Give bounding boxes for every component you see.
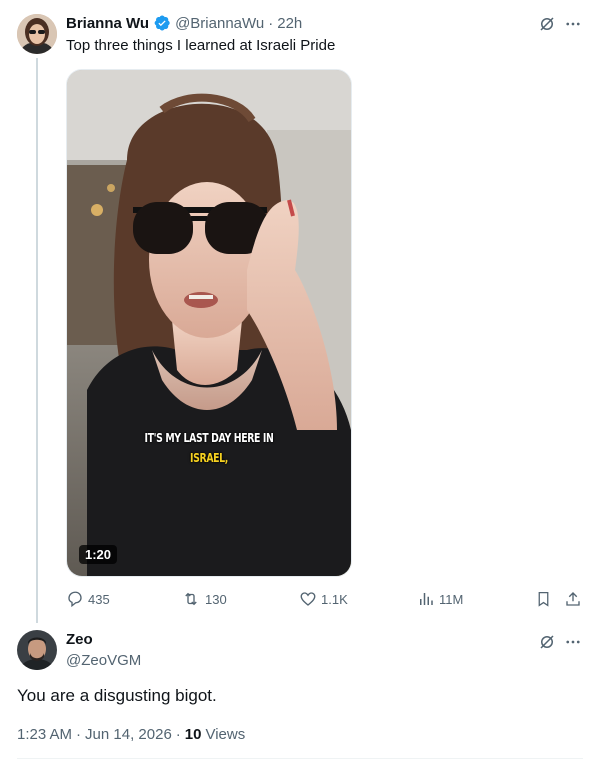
reply-meta: 1:23 AM · Jun 14, 2026 · 10 Views — [17, 726, 245, 743]
reply-author-avatar[interactable] — [17, 630, 57, 670]
share-icon[interactable] — [563, 589, 583, 609]
reply-avatar-photo — [17, 630, 57, 670]
verified-badge-icon — [153, 14, 171, 32]
reply-author-handle[interactable]: @ZeoVGM — [66, 652, 141, 669]
reply-button[interactable]: 435 — [66, 589, 110, 609]
tweet-text: Top three things I learned at Israeli Pr… — [66, 37, 336, 54]
author-handle[interactable]: @BriannaWu — [175, 15, 264, 32]
reply-count: 435 — [88, 591, 110, 607]
views-count: 11M — [439, 591, 464, 607]
repost-count: 130 — [205, 591, 227, 607]
video-caption-line2: ISRAEL, — [190, 451, 228, 465]
like-button[interactable]: 1.1K — [299, 589, 348, 609]
bottom-divider — [17, 758, 583, 759]
avatar-photo — [17, 14, 57, 54]
like-icon — [299, 590, 317, 608]
repost-icon — [181, 590, 201, 608]
tweet-header: Brianna Wu @BriannaWu · 22h — [66, 13, 302, 33]
tweet-video[interactable]: IT'S MY LAST DAY HERE IN ISRAEL, 1:20 — [66, 69, 352, 577]
grok-icon[interactable] — [537, 14, 557, 34]
reply-grok-icon[interactable] — [537, 632, 557, 652]
video-frame — [67, 70, 351, 576]
reply-author-name[interactable]: Zeo — [66, 631, 93, 648]
reply-time[interactable]: 1:23 AM — [17, 726, 72, 743]
reply-meta-dot: · — [76, 726, 82, 743]
reply-icon — [66, 590, 84, 608]
video-duration: 1:20 — [79, 545, 118, 564]
reply-views-count: 10 — [184, 726, 202, 743]
views-button[interactable]: 11M — [417, 589, 463, 609]
reply-more-icon[interactable] — [563, 632, 583, 652]
video-caption-line1: IT'S MY LAST DAY HERE IN — [144, 431, 274, 445]
thread-line — [36, 58, 38, 623]
reply-text: You are a disgusting bigot. — [17, 686, 217, 705]
reply-date[interactable]: Jun 14, 2026 — [85, 726, 172, 743]
views-icon — [417, 590, 435, 608]
reply-meta-dot-2: · — [175, 726, 181, 743]
reply-views-label: Views — [205, 726, 246, 743]
like-count: 1.1K — [321, 591, 348, 607]
more-icon[interactable] — [563, 14, 583, 34]
header-separator: · — [268, 14, 274, 32]
author-name[interactable]: Brianna Wu — [66, 15, 149, 32]
bookmark-icon[interactable] — [533, 589, 553, 609]
tweet-time[interactable]: 22h — [277, 15, 302, 32]
author-avatar[interactable] — [17, 14, 57, 54]
repost-button[interactable]: 130 — [181, 589, 227, 609]
